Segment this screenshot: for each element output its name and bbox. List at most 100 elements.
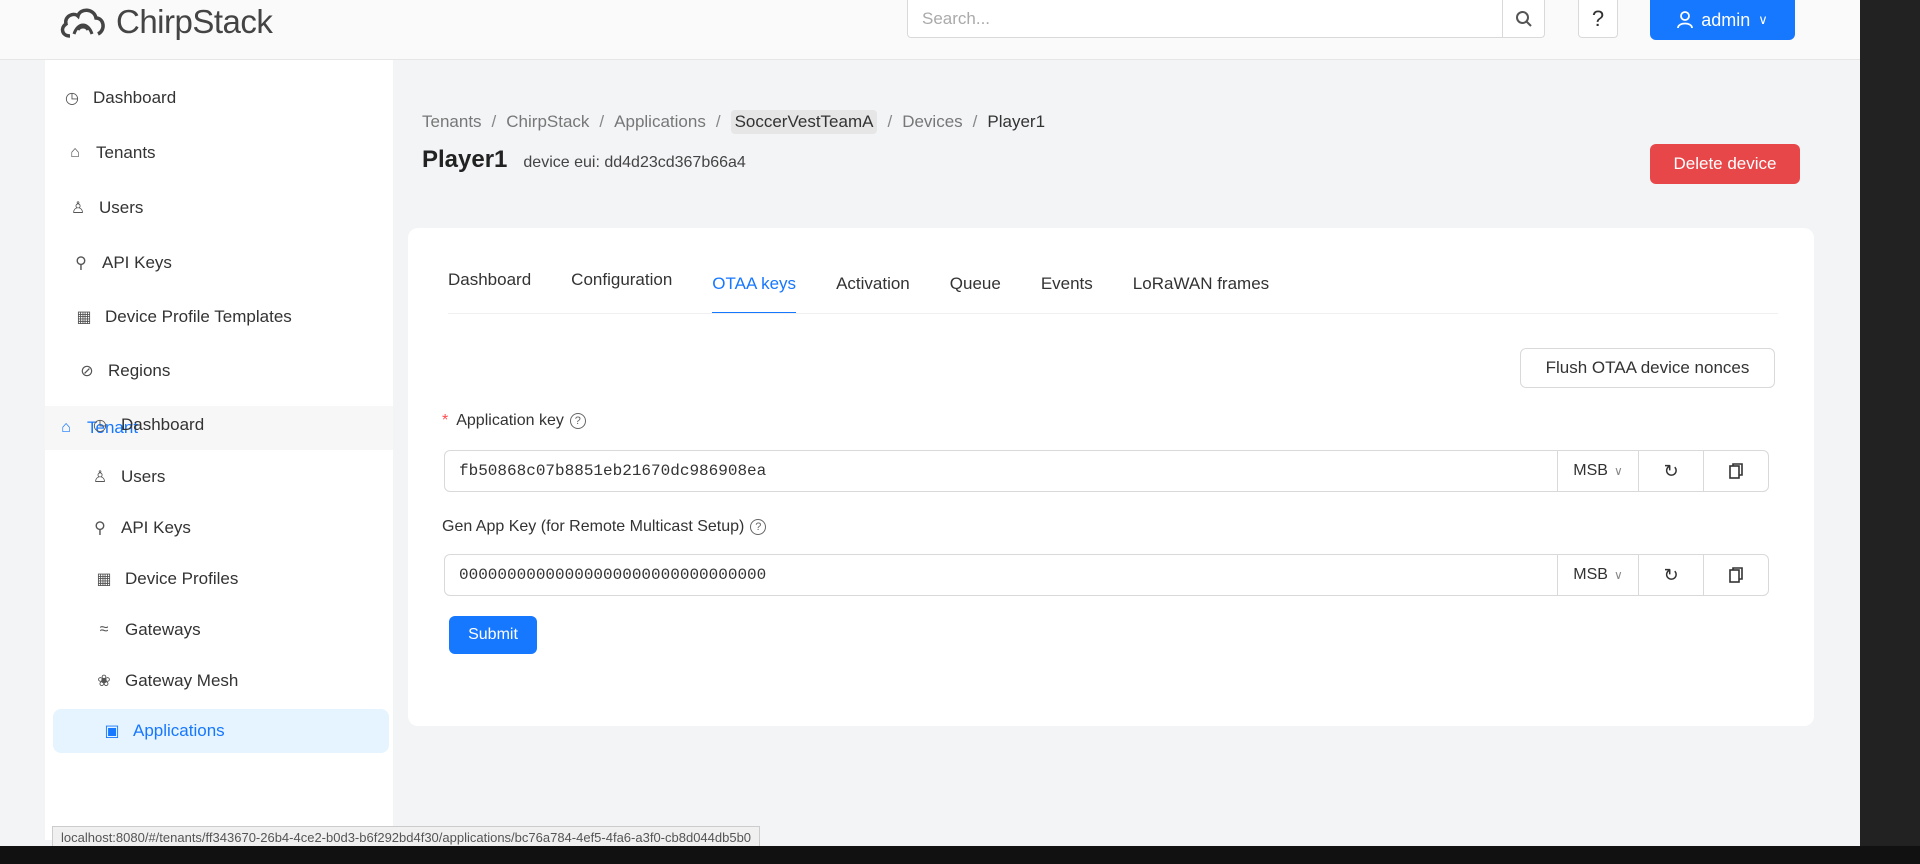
sidebar-item-label: Gateways (125, 620, 201, 639)
delete-device-button[interactable]: Delete device (1650, 144, 1800, 184)
sidebar-item-label: Users (121, 467, 166, 486)
tab-configuration[interactable]: Configuration (571, 270, 672, 314)
required-marker: * (442, 412, 449, 429)
sidebar-item-label: Dashboard (93, 88, 177, 107)
generate-application-key-button[interactable]: ↻ (1638, 451, 1703, 491)
user-icon (1677, 11, 1694, 29)
application-key-field: MSB ∨ ↻ (444, 450, 1769, 492)
application-key-label-text: Application key (456, 412, 564, 429)
sidebar-item-label: API Keys (102, 253, 172, 272)
user-menu-button[interactable]: admin ∨ (1650, 0, 1795, 40)
generate-gen-app-key-button[interactable]: ↻ (1638, 555, 1703, 595)
sidebar-tenant-item-gateway-mesh[interactable]: ❀ Gateway Mesh (45, 659, 393, 703)
tab-queue[interactable]: Queue (950, 274, 1001, 314)
breadcrumb-separator: / (887, 112, 893, 131)
tab-activation[interactable]: Activation (836, 274, 910, 314)
byte-order-value: MSB (1573, 462, 1608, 479)
gen-app-key-byte-order-select[interactable]: MSB ∨ (1558, 555, 1638, 595)
sidebar-item-label: Gateway Mesh (125, 671, 239, 690)
home-icon: ⌂ (70, 144, 80, 161)
status-bar-url: localhost:8080/#/tenants/ff343670-26b4-4… (52, 826, 761, 848)
search-button[interactable] (1502, 0, 1544, 37)
sidebar-item-users[interactable]: ♙ Users (45, 186, 393, 230)
user-icon: ♙ (70, 200, 86, 217)
device-eui: device eui: dd4d23cd367b66a4 (523, 154, 746, 171)
submit-button[interactable]: Submit (449, 616, 537, 654)
chevron-down-icon: ∨ (1758, 12, 1768, 27)
help-label: ? (1591, 5, 1605, 31)
tab-lorawan-frames[interactable]: LoRaWAN frames (1133, 274, 1269, 314)
key-icon: ⚲ (94, 520, 106, 537)
sidebar-tenant-item-applications[interactable]: ▣ Applications (53, 709, 389, 753)
gen-app-key-addon: MSB ∨ ↻ (1557, 555, 1768, 595)
flush-otaa-nonces-button[interactable]: Flush OTAA device nonces (1520, 348, 1775, 388)
breadcrumb-item[interactable]: ChirpStack (506, 112, 589, 132)
search-input[interactable] (908, 0, 1502, 37)
copy-application-key-button[interactable] (1703, 451, 1768, 491)
page-title: Player1 (422, 146, 508, 173)
app-screen: ChirpStack ? admin ∨ ◷ Dashboard ⌂ Tenants ♙… (0, 0, 1860, 864)
help-button[interactable]: ? (1578, 0, 1618, 38)
application-key-addon: MSB ∨ ↻ (1557, 451, 1768, 491)
compass-icon: ⊘ (80, 363, 94, 380)
breadcrumb-separator: / (715, 112, 721, 131)
refresh-icon: ↻ (1663, 460, 1679, 481)
title-row: Player1 device eui: dd4d23cd367b66a4 (422, 146, 746, 174)
breadcrumb-item[interactable]: Applications (614, 112, 706, 132)
sidebar-tenant-item-gateways[interactable]: ≈ Gateways (45, 608, 393, 652)
logo-text: ChirpStack (116, 3, 273, 40)
sidebar-item-label: Tenants (96, 143, 156, 162)
tabs-divider (448, 313, 1778, 314)
sidebar-item-label: Dashboard (121, 415, 205, 434)
copy-gen-app-key-button[interactable] (1703, 555, 1768, 595)
sidebar-item-label: Regions (108, 361, 171, 380)
sidebar-item-api-keys[interactable]: ⚲ API Keys (45, 241, 393, 285)
sidebar-tenant-item-users[interactable]: ♙ Users (45, 455, 393, 499)
byte-order-value: MSB (1573, 566, 1608, 583)
dashboard-icon: ◷ (65, 90, 79, 107)
copy-icon (1729, 567, 1743, 583)
sidebar-item-tenants[interactable]: ⌂ Tenants (45, 131, 393, 175)
sidebar-item-label: API Keys (121, 518, 191, 537)
application-key-byte-order-select[interactable]: MSB ∨ (1558, 451, 1638, 491)
sidebar-item-dashboard[interactable]: ◷ Dashboard (45, 76, 393, 120)
sidebar-item-label: Device Profiles (125, 569, 239, 588)
breadcrumb-item[interactable]: Devices (902, 112, 962, 132)
gen-app-key-input[interactable] (445, 555, 1557, 595)
sidebar-item-label: Users (99, 198, 144, 217)
logo[interactable]: ChirpStack (58, 0, 273, 44)
sidebar-tenant-item-api-keys[interactable]: ⚲ API Keys (45, 506, 393, 550)
breadcrumb-item[interactable]: SoccerVestTeamA (730, 110, 878, 134)
tab-dashboard[interactable]: Dashboard (448, 270, 531, 314)
template-icon: ▦ (76, 309, 92, 326)
tab-otaa-keys[interactable]: OTAA keys (712, 274, 796, 314)
gen-app-key-label: Gen App Key (for Remote Multicast Setup)… (442, 518, 767, 536)
device-tabs: Dashboard Configuration OTAA keys Activatio… (448, 270, 1309, 314)
breadcrumb-separator: / (599, 112, 605, 131)
mesh-icon: ❀ (97, 673, 111, 690)
search-box (907, 0, 1545, 38)
gen-app-key-label-text: Gen App Key (for Remote Multicast Setup) (442, 518, 745, 535)
sidebar-item-device-profile-templates[interactable]: ▦ Device Profile Templates (45, 295, 393, 339)
application-key-label: * Application key ? (442, 412, 586, 430)
monitor-bezel (1860, 0, 1920, 864)
refresh-icon: ↻ (1663, 564, 1679, 585)
wifi-icon: ≈ (99, 621, 109, 638)
sidebar-tenant-item-device-profiles[interactable]: ▦ Device Profiles (45, 557, 393, 601)
search-icon (1515, 10, 1532, 27)
top-header: ChirpStack ? admin ∨ (0, 0, 1860, 60)
sidebar-item-label: Applications (133, 721, 225, 740)
chevron-down-icon: ∨ (1613, 568, 1623, 582)
key-icon: ⚲ (75, 255, 87, 272)
template-icon: ▦ (96, 571, 112, 588)
help-circle-icon[interactable]: ? (750, 519, 767, 535)
breadcrumb-item[interactable]: Tenants (422, 112, 482, 132)
breadcrumb: Tenants / ChirpStack / Applications / SoccerVe… (422, 110, 1045, 134)
application-key-input[interactable] (445, 451, 1557, 491)
chevron-down-icon: ∨ (1613, 464, 1623, 478)
help-circle-icon[interactable]: ? (569, 413, 586, 429)
sidebar-item-regions[interactable]: ⊘ Regions (45, 349, 393, 393)
tab-events[interactable]: Events (1041, 274, 1093, 314)
cloud-logo-icon (60, 8, 105, 38)
sidebar-tenant-item-dashboard[interactable]: ◷ Dashboard (45, 403, 393, 447)
